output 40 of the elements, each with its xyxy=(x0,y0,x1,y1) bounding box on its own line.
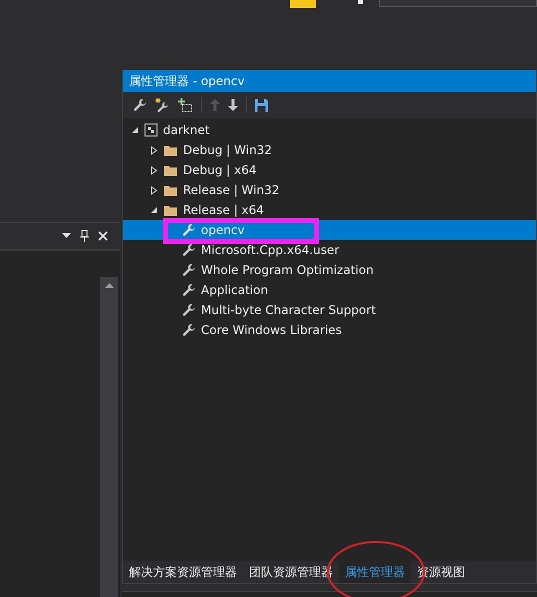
close-icon[interactable] xyxy=(98,231,108,241)
wrench-icon xyxy=(182,323,196,337)
wrench-icon xyxy=(182,243,196,257)
panel-tab[interactable]: 解决方案资源管理器 xyxy=(123,561,243,583)
wrench-icon xyxy=(182,263,196,277)
wrench-icon xyxy=(182,303,196,317)
expanded-arrow-icon[interactable] xyxy=(131,126,139,134)
panel-title: 属性管理器 - opencv xyxy=(123,70,536,92)
tree-item[interactable]: Release | Win32 xyxy=(123,180,536,200)
folder-icon xyxy=(163,184,178,196)
tree-item[interactable]: Core Windows Libraries xyxy=(123,320,536,340)
scroll-up-icon[interactable] xyxy=(104,283,114,288)
tree-item[interactable]: Microsoft.Cpp.x64.user xyxy=(123,240,536,260)
tree-item[interactable]: Debug | Win32 xyxy=(123,140,536,160)
down-arrow-icon[interactable] xyxy=(228,99,238,111)
save-icon[interactable] xyxy=(255,98,268,112)
search-field[interactable] xyxy=(379,0,537,7)
tree-item[interactable]: Debug | x64 xyxy=(123,160,536,180)
wrench-icon[interactable] xyxy=(133,98,147,112)
tree-item[interactable]: opencv xyxy=(123,220,536,240)
wrench-icon xyxy=(182,283,196,297)
tree-item[interactable]: Multi-byte Character Support xyxy=(123,300,536,320)
scrollbar[interactable] xyxy=(100,277,118,597)
folder-icon xyxy=(163,164,178,176)
wand-wrench-icon[interactable] xyxy=(155,98,170,112)
collapsed-arrow-icon[interactable] xyxy=(150,186,158,194)
tree-item[interactable]: Release | x64 xyxy=(123,200,536,220)
expanded-arrow-icon[interactable] xyxy=(150,206,158,214)
panel-tab[interactable]: 属性管理器 xyxy=(339,561,411,583)
collapsed-arrow-icon[interactable] xyxy=(150,146,158,154)
tree-item[interactable]: darknet xyxy=(123,120,536,140)
add-item-icon[interactable] xyxy=(178,98,193,112)
project-icon xyxy=(144,123,158,137)
tree-item[interactable]: Whole Program Optimization xyxy=(123,260,536,280)
collapsed-arrow-icon[interactable] xyxy=(150,166,158,174)
folder-icon xyxy=(163,144,178,156)
wrench-icon xyxy=(182,223,196,237)
tree-item[interactable]: Application xyxy=(123,280,536,300)
folder-icon xyxy=(163,204,178,216)
pin-icon[interactable] xyxy=(80,230,89,242)
